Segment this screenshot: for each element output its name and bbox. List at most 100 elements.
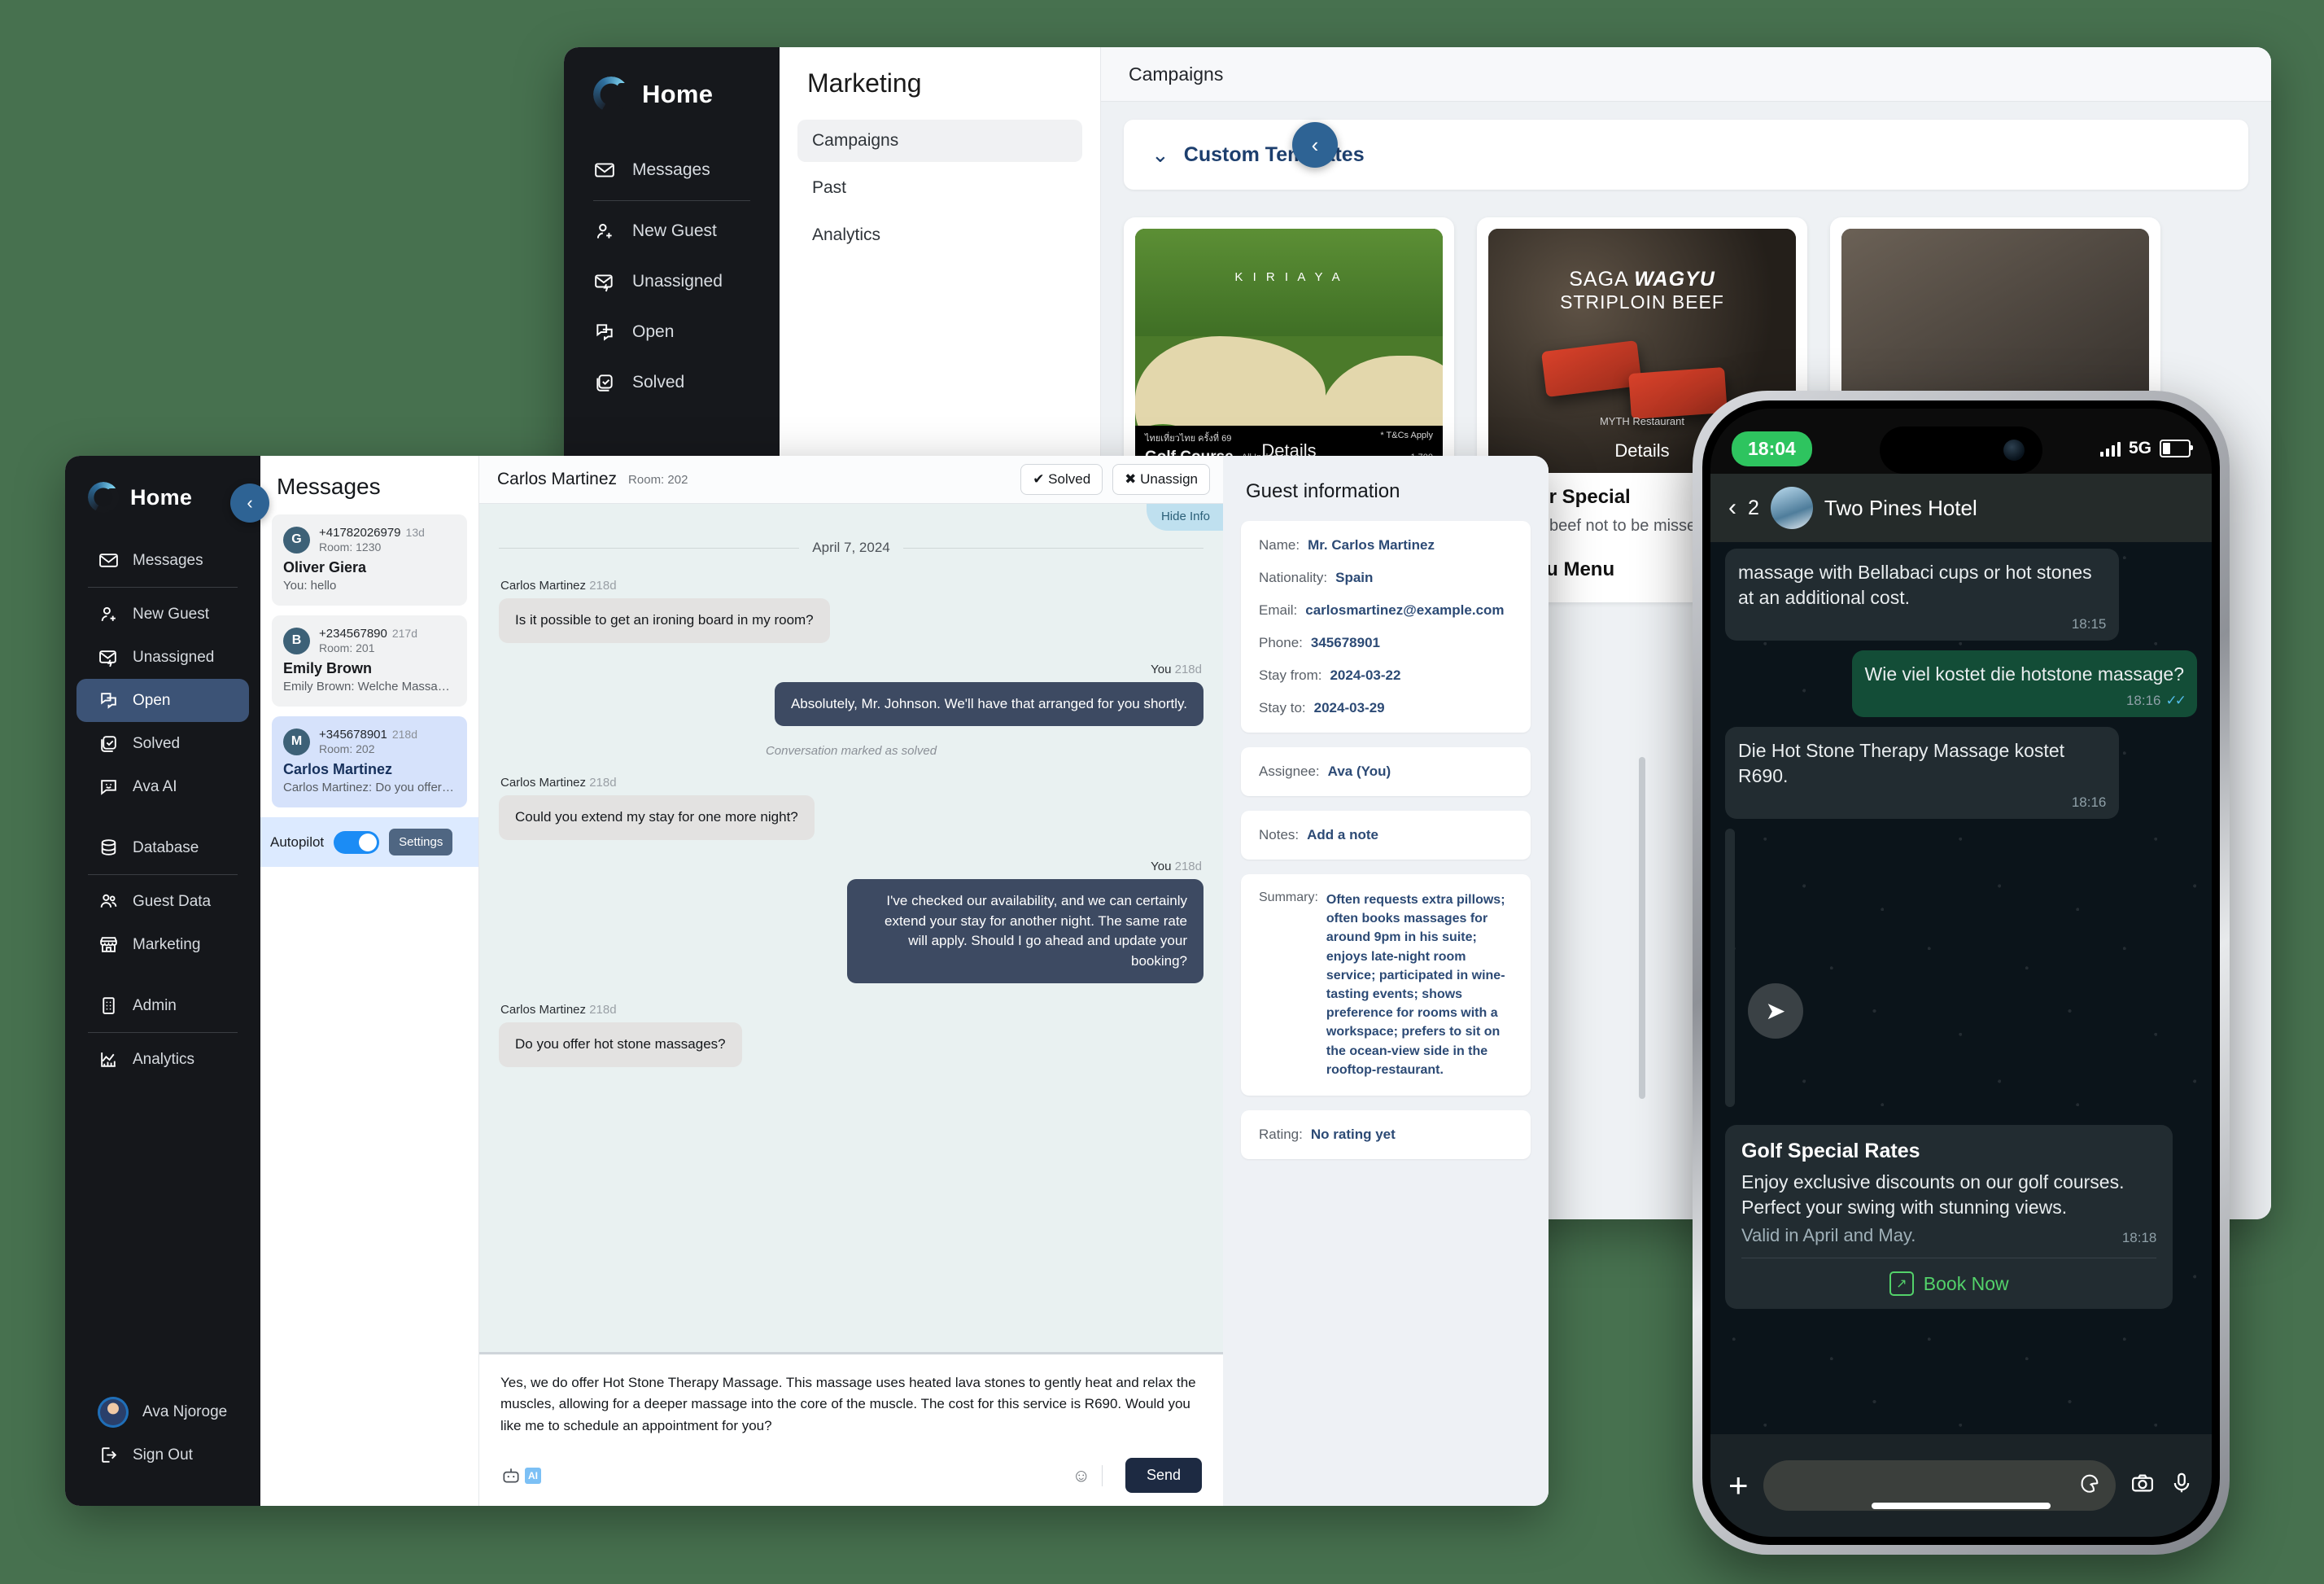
sidebar-item-label: New Guest — [133, 605, 209, 623]
sidebar-item-admin[interactable]: Admin — [76, 984, 249, 1027]
chat-room: Room: 202 — [628, 472, 688, 487]
sidebar-item-label: Unassigned — [632, 272, 723, 291]
sidebar-item-messages[interactable]: Messages — [76, 539, 249, 582]
message-time: 18:16 — [2071, 794, 2107, 811]
scrollbar[interactable] — [1639, 757, 1645, 1099]
autopilot-label: Autopilot — [270, 834, 325, 850]
field-value: Spain — [1335, 570, 1374, 585]
field-label: Phone: — [1259, 635, 1303, 650]
add-note-link[interactable]: Add a note — [1307, 827, 1378, 843]
guest-info-title: Guest information — [1246, 480, 1400, 502]
sidebar-item-label: Messages — [632, 160, 710, 179]
unassign-button[interactable]: ✖ Unassign — [1112, 464, 1210, 495]
avatar[interactable] — [1770, 487, 1813, 529]
chat-contact-name: Carlos Martinez — [497, 470, 618, 488]
sidebar-item-database[interactable]: Database — [76, 826, 249, 869]
field-label: Email: — [1259, 602, 1298, 618]
sidebar-item-ava-ai[interactable]: Ava AI — [76, 765, 249, 808]
sidebar-item-unassigned[interactable]: Unassigned — [564, 256, 780, 307]
sticker-icon[interactable] — [2078, 1472, 2101, 1500]
sidebar-item-guest-data[interactable]: Guest Data — [76, 880, 249, 923]
hide-info-button[interactable]: Hide Info — [1146, 504, 1223, 531]
camera-icon[interactable] — [2130, 1471, 2155, 1501]
marketing-item-label: Campaigns — [812, 131, 899, 150]
notes-label: Notes: — [1259, 827, 1300, 842]
sidebar-item-label: Ava AI — [133, 777, 177, 795]
sidebar-item-unassigned[interactable]: Unassigned — [76, 636, 249, 679]
marketing-item-label: Analytics — [812, 225, 881, 244]
robot-icon[interactable] — [500, 1465, 522, 1486]
sidebar-item-label: Open — [632, 322, 675, 341]
notes-card[interactable]: Notes: Add a note — [1241, 811, 1531, 860]
sidebar-item-label: Messages — [133, 551, 203, 569]
sidebar-item-new-guest[interactable]: New Guest — [76, 593, 249, 636]
whatsapp-composer: + — [1710, 1434, 2212, 1537]
sidebar-item-analytics[interactable]: Analytics — [76, 1038, 249, 1081]
sidebar-item-label: Guest Data — [133, 892, 212, 910]
autopilot-toggle[interactable] — [334, 830, 380, 854]
envelope-bolt-icon — [98, 647, 119, 668]
divider — [593, 200, 750, 201]
check-square-icon — [98, 733, 119, 755]
sign-out-button[interactable]: Sign Out — [76, 1433, 249, 1477]
user-plus-icon — [593, 220, 616, 243]
phone-screen: 18:04 5G ‹ 2 Two Pines Hotel massage wit… — [1710, 409, 2212, 1537]
solved-button[interactable]: ✔ Solved — [1020, 464, 1103, 495]
marketing-item-analytics[interactable]: Analytics — [797, 214, 1082, 256]
app-sidebar: Home Messages New Guest Unassigned Open — [65, 456, 269, 1506]
sidebar-item-label: New Guest — [632, 221, 717, 240]
forward-arrow-icon[interactable]: ➤ — [1748, 983, 1803, 1039]
chevron-left-icon[interactable]: ‹ — [1728, 494, 1736, 522]
list-item[interactable]: B +234567890 217d Room: 201 Emily Brown E… — [272, 615, 467, 707]
summary-card: Summary: Often requests extra pillows; of… — [1241, 874, 1531, 1096]
conversation-top: M +345678901 218d Room: 202 — [283, 728, 456, 755]
marketing-item-campaigns[interactable]: Campaigns — [797, 120, 1082, 162]
users-icon — [98, 891, 119, 912]
sidebar-item-label: Admin — [133, 996, 177, 1014]
sidebar-item-messages[interactable]: Messages — [564, 145, 780, 195]
message-meta: You 218d — [500, 860, 1202, 873]
assignee-card[interactable]: Assignee: Ava (You) — [1241, 747, 1531, 796]
chat-panel: Carlos Martinez Room: 202 ✔ Solved ✖ Una… — [479, 456, 1223, 1506]
field-label: Stay from: — [1259, 667, 1322, 683]
sidebar-item-solved[interactable]: Solved — [564, 357, 780, 408]
message-age: 218d — [589, 776, 617, 790]
collapse-sidebar-button[interactable]: ‹ — [1292, 122, 1338, 168]
list-item[interactable]: M +345678901 218d Room: 202 Carlos Martin… — [272, 716, 467, 807]
list-item[interactable]: G +41782026979 13d Room: 1230 Oliver Gier… — [272, 514, 467, 606]
status-badge: No rating yet — [1310, 1126, 1396, 1142]
autopilot-bar: Autopilot Settings — [260, 817, 478, 867]
message-age: 218d — [589, 579, 617, 593]
message-bubble: Do you offer hot stone massages? — [499, 1022, 742, 1068]
sidebar-item-marketing[interactable]: Marketing — [76, 923, 249, 966]
phone-number: +345678901 — [319, 728, 387, 742]
smiley-icon[interactable]: ☺ — [1072, 1465, 1090, 1486]
sidebar-item-open[interactable]: Open — [76, 679, 249, 722]
sidebar-item-new-guest[interactable]: New Guest — [564, 206, 780, 256]
send-button[interactable]: Send — [1125, 1458, 1202, 1493]
custom-templates-section-header[interactable]: ⌄ Custom Templates — [1124, 120, 2248, 190]
message-time: 18:15 — [2071, 616, 2107, 632]
storefront-icon — [98, 934, 119, 956]
plus-icon[interactable]: + — [1728, 1466, 1749, 1505]
settings-button[interactable]: Settings — [389, 829, 453, 855]
sidebar-item-solved[interactable]: Solved — [76, 722, 249, 765]
message-bubble: Die Hot Stone Therapy Massage kostet R69… — [1725, 727, 2120, 820]
ai-badge[interactable]: AI — [525, 1467, 541, 1484]
contact-name: Carlos Martinez — [283, 761, 393, 777]
message-preview: Emily Brown: Welche Massagen … — [283, 680, 456, 694]
unread-count: 2 — [1748, 496, 1759, 519]
message-row: Golf Special Rates Enjoy exclusive disco… — [1725, 1117, 2197, 1310]
sidebar-item-label: Solved — [133, 734, 181, 752]
user-profile[interactable]: Ava Njoroge — [76, 1390, 249, 1433]
sidebar-item-open[interactable]: Open — [564, 307, 780, 357]
marketing-item-past[interactable]: Past — [797, 167, 1082, 209]
message-input[interactable]: Yes, we do offer Hot Stone Therapy Massa… — [500, 1372, 1202, 1437]
divider — [88, 1032, 238, 1033]
sidebar-item-label: Solved — [632, 373, 685, 392]
book-now-button[interactable]: ↗ Book Now — [1741, 1258, 2157, 1309]
media-message-card[interactable]: K I R I A Y A ไทยเที่ยวไทย ครั้งที่ 69 *… — [1725, 829, 1803, 1108]
collapse-sidebar-button[interactable]: ‹ — [230, 484, 269, 523]
battery-icon — [2160, 440, 2193, 457]
microphone-icon[interactable] — [2169, 1471, 2194, 1501]
